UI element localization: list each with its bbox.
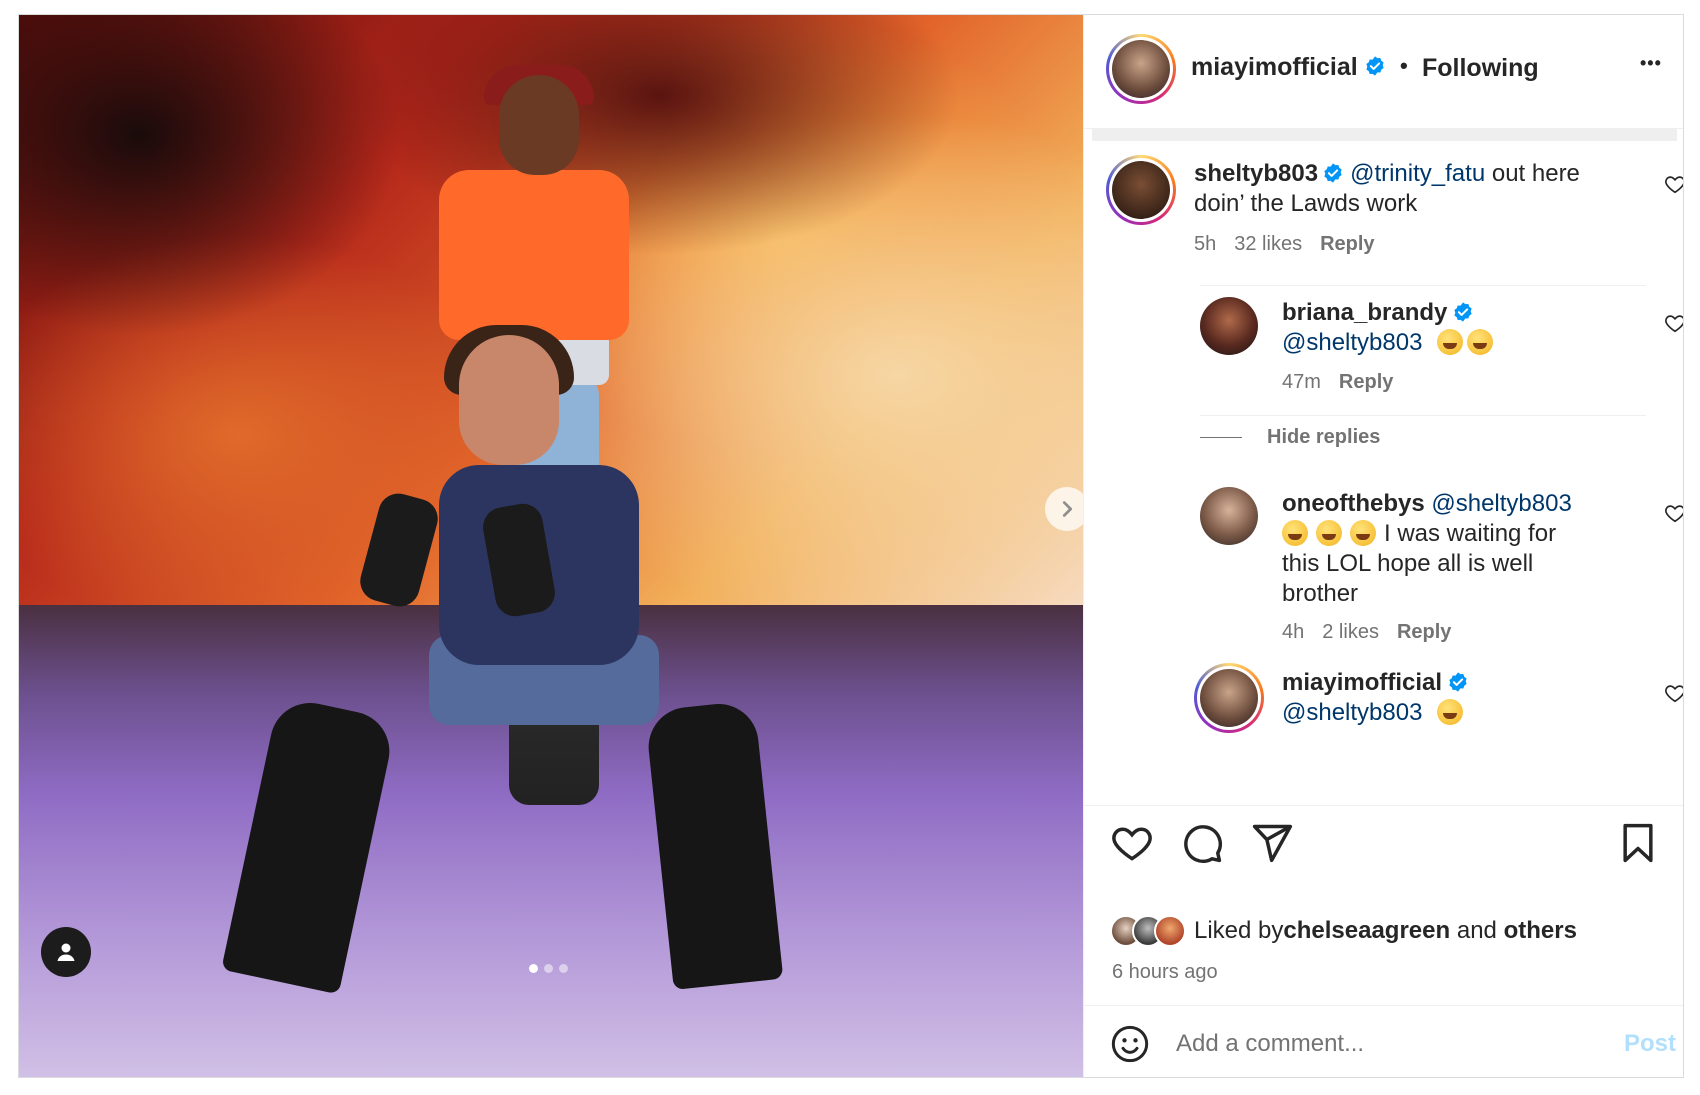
carousel-indicator	[529, 964, 568, 973]
reply-button[interactable]: Reply	[1339, 371, 1393, 393]
comment-likes[interactable]: 2 likes	[1322, 621, 1379, 643]
eye-roll-emoji-icon	[1437, 329, 1464, 355]
carousel-dot	[559, 964, 568, 973]
reply-button[interactable]: Reply	[1397, 621, 1451, 643]
heart-icon[interactable]	[1664, 682, 1684, 704]
action-bar	[1084, 821, 1683, 881]
comment-avatar[interactable]	[1200, 487, 1258, 545]
share-paper-plane-icon[interactable]	[1250, 821, 1294, 865]
laughing-emoji-icon	[1316, 520, 1342, 546]
comment-username[interactable]: oneofthebys	[1282, 490, 1425, 517]
verified-badge-icon	[1449, 672, 1467, 692]
sad-emoji-icon	[1437, 699, 1464, 725]
emoji-picker-icon[interactable]	[1110, 1024, 1150, 1064]
liked-by-summary: Liked by chelseaagreen and others	[1110, 915, 1577, 947]
comment-body: out here	[1485, 160, 1580, 187]
comment-likes[interactable]: 32 likes	[1234, 233, 1302, 255]
post-media[interactable]	[19, 15, 1083, 1077]
user-icon	[57, 943, 75, 961]
comment-username[interactable]: sheltyb803	[1194, 160, 1318, 187]
comment-text: sheltyb803 @trinity_fatu out here doin’ t…	[1194, 159, 1614, 219]
comment-avatar[interactable]	[1106, 155, 1176, 225]
comment-mention-link[interactable]: @sheltyb803	[1282, 329, 1422, 356]
photo-figure-front-head	[459, 335, 559, 465]
divider	[1200, 415, 1646, 416]
comment-time[interactable]: 5h	[1194, 233, 1216, 255]
liked-by-middle: and	[1450, 917, 1504, 944]
post-sidebar: miayimofficial • Following ••• sheltyb80…	[1083, 15, 1684, 1077]
laughing-emoji-icon	[1350, 520, 1376, 546]
post-header: miayimofficial • Following •••	[1084, 15, 1683, 129]
comment-username[interactable]: briana_brandy	[1282, 299, 1447, 326]
heart-icon[interactable]	[1664, 312, 1684, 334]
carousel-dot-active	[529, 964, 538, 973]
comment-body: I was waiting for	[1384, 520, 1557, 547]
verified-badge-icon	[1454, 302, 1473, 322]
hide-replies-button[interactable]: Hide replies	[1267, 426, 1380, 449]
verified-badge-icon	[1366, 56, 1384, 76]
comment-text: briana_brandy @sheltyb803	[1282, 298, 1622, 358]
post-timestamp[interactable]: 6 hours ago	[1112, 961, 1218, 984]
next-slide-button[interactable]	[1045, 487, 1083, 531]
comment-avatar[interactable]	[1200, 297, 1258, 355]
scroll-track[interactable]	[1092, 129, 1677, 141]
post-container: miayimofficial • Following ••• sheltyb80…	[18, 14, 1684, 1078]
carousel-dot	[544, 964, 553, 973]
comment-bubble-icon[interactable]	[1180, 821, 1224, 865]
chevron-right-icon	[1062, 501, 1073, 517]
liked-by-others-link[interactable]: others	[1504, 917, 1577, 945]
comment-mention-link[interactable]: @sheltyb803	[1282, 699, 1422, 726]
post-comment-button[interactable]: Post	[1624, 1030, 1676, 1058]
comment-input[interactable]	[1176, 1024, 1596, 1064]
divider	[1200, 285, 1646, 286]
photo-figure-back-head	[499, 75, 579, 175]
verified-badge-icon	[1324, 163, 1342, 183]
liked-by-prefix: Liked by	[1194, 917, 1284, 944]
comment-body-line3: this LOL hope all is well	[1282, 550, 1534, 577]
like-heart-icon[interactable]	[1110, 821, 1154, 865]
comment-text: oneofthebys @sheltyb803 I was waiting fo…	[1282, 489, 1622, 609]
following-button[interactable]: Following	[1422, 54, 1539, 83]
more-options-icon[interactable]: •••	[1640, 53, 1662, 74]
header-separator: •	[1400, 53, 1408, 78]
comment-avatar[interactable]	[1194, 663, 1264, 733]
reply-button[interactable]: Reply	[1320, 233, 1374, 255]
comment-time[interactable]: 4h	[1282, 621, 1304, 643]
comment-text: miayimofficial @sheltyb803	[1282, 668, 1622, 728]
eye-roll-emoji-icon	[1467, 329, 1494, 355]
comment-meta: 4h 2 likes Reply	[1282, 621, 1469, 644]
comment-username[interactable]: miayimofficial	[1282, 669, 1442, 696]
photo-figure-back-vest	[439, 170, 629, 340]
author-avatar[interactable]	[1106, 34, 1176, 104]
comment-time[interactable]: 47m	[1282, 371, 1321, 393]
comment-mention-link[interactable]: @trinity_fatu	[1350, 160, 1485, 187]
divider	[1084, 805, 1683, 806]
comment-composer: Post	[1084, 1005, 1683, 1077]
liked-by-user-link[interactable]: chelseaagreen	[1283, 917, 1450, 945]
tagged-users-button[interactable]	[41, 927, 91, 977]
heart-icon[interactable]	[1664, 173, 1684, 195]
comment-body-line4: brother	[1282, 580, 1359, 607]
comment-mention-link[interactable]: @sheltyb803	[1431, 490, 1571, 517]
liker-avatar[interactable]	[1154, 915, 1186, 947]
comment-meta: 47m Reply	[1282, 371, 1411, 394]
author-username[interactable]: miayimofficial	[1191, 53, 1358, 82]
heart-icon[interactable]	[1664, 502, 1684, 524]
hide-replies-line	[1200, 437, 1242, 438]
save-bookmark-icon[interactable]	[1616, 821, 1660, 865]
comment-body-line2: doin’ the Lawds work	[1194, 190, 1418, 217]
comment-meta: 5h 32 likes Reply	[1194, 233, 1393, 256]
laughing-emoji-icon	[1282, 520, 1308, 546]
